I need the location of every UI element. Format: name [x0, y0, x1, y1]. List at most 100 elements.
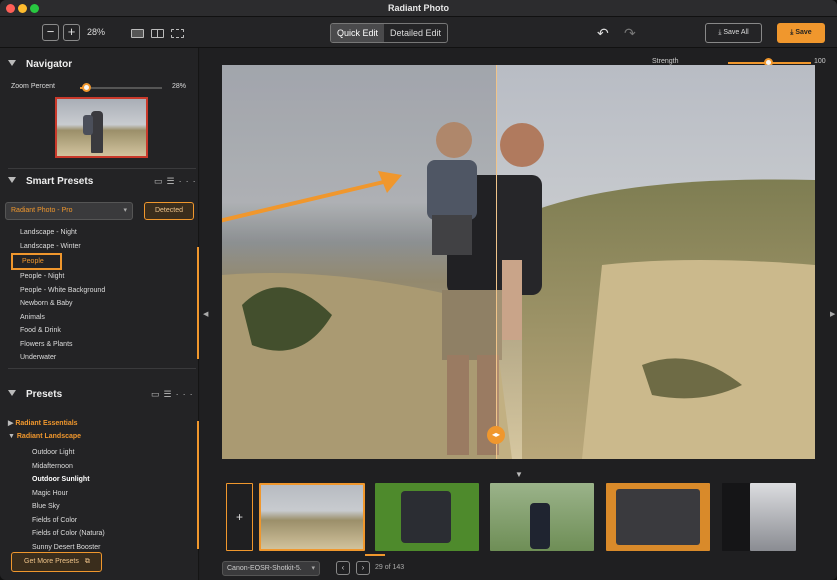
collapse-triangle-icon	[8, 60, 16, 66]
annotation-arrow	[222, 171, 402, 223]
get-more-presets-button[interactable]: Get More Presets ⧉	[11, 552, 102, 572]
presets-title: Presets	[26, 389, 63, 400]
smart-presets-header[interactable]: Smart Presets	[8, 176, 93, 187]
chevron-down-icon: ▾	[311, 565, 315, 572]
list-view-icon[interactable]: ☰	[164, 389, 176, 399]
close-window-button[interactable]	[6, 4, 15, 13]
edit-mode-switch: Quick Edit Detailed Edit	[330, 23, 449, 43]
collapse-right-panel-icon[interactable]: ▶	[830, 310, 835, 318]
film-thumb[interactable]	[490, 483, 594, 551]
zoom-percent-label: Zoom Percent	[11, 83, 55, 90]
toolbar: − + 28% Quick Edit Detailed Edit ↶ ↷ ⤓ S…	[0, 17, 837, 48]
file-select-value: Canon-EOSR-Shotkit-5.	[227, 565, 302, 572]
strength-value: 100	[814, 58, 826, 65]
app-title: Radiant Photo	[388, 3, 449, 13]
preset-group-landscape[interactable]: ▼ Radiant Landscape	[8, 433, 81, 440]
list-item[interactable]: Animals	[20, 311, 105, 325]
grid-view-icon[interactable]: ▭	[154, 176, 167, 186]
split-view-icon[interactable]	[151, 29, 164, 38]
external-link-icon: ⧉	[84, 558, 90, 565]
zoom-slider-handle[interactable]	[82, 83, 91, 92]
detected-button[interactable]: Detected	[144, 202, 194, 220]
film-thumb[interactable]	[606, 483, 710, 551]
chevron-down-icon: ▾	[123, 207, 127, 214]
navigator-title: Navigator	[26, 59, 73, 70]
list-item[interactable]: Midafternoon	[32, 460, 105, 474]
list-item-selected[interactable]: People	[11, 253, 62, 270]
filmstrip-progress	[365, 554, 385, 556]
list-item[interactable]: Landscape - Night	[20, 226, 105, 240]
maximize-window-button[interactable]	[30, 4, 39, 13]
film-thumb[interactable]	[375, 483, 479, 551]
single-view-icon[interactable]	[131, 29, 144, 38]
tab-detailed-edit[interactable]: Detailed Edit	[384, 24, 447, 42]
list-item-selected[interactable]: Outdoor Sunlight	[32, 473, 105, 487]
main-photo[interactable]: ◂▸	[222, 65, 815, 459]
list-item[interactable]: People - White Background	[20, 284, 105, 298]
film-thumb[interactable]	[750, 483, 796, 551]
zoom-out-button[interactable]: −	[42, 24, 59, 41]
film-thumb[interactable]	[722, 483, 750, 551]
grid-view-icon[interactable]: ▭	[151, 389, 164, 399]
list-item[interactable]: Flowers & Plants	[20, 338, 105, 352]
film-thumb-selected[interactable]	[259, 483, 365, 551]
presets-list: Outdoor Light Midafternoon Outdoor Sunli…	[32, 446, 105, 554]
list-item[interactable]: Outdoor Light	[32, 446, 105, 460]
collapse-triangle-icon: ▼	[8, 433, 17, 440]
get-more-label: Get More Presets	[24, 558, 79, 565]
list-item[interactable]: People - Night	[20, 270, 105, 284]
page-counter: 29 of 143	[375, 564, 405, 571]
presets-view-icons[interactable]: ▭☰···	[151, 389, 197, 400]
next-button[interactable]: ›	[356, 561, 370, 575]
previous-button[interactable]: ‹	[336, 561, 350, 575]
filmstrip-toggle-icon[interactable]: ▼	[515, 470, 523, 479]
smart-presets-view-icons[interactable]: ▭☰···	[154, 176, 200, 187]
presets-header[interactable]: Presets	[8, 389, 62, 400]
collapse-triangle-icon	[8, 177, 16, 183]
filmstrip: +	[222, 480, 815, 558]
smart-presets-list: Landscape - Night Landscape - Winter Peo…	[11, 226, 105, 365]
save-all-label: Save All	[723, 29, 749, 36]
save-all-button[interactable]: ⤓ Save All	[705, 23, 762, 43]
file-select[interactable]: Canon-EOSR-Shotkit-5. ▾	[222, 561, 320, 576]
tab-quick-edit[interactable]: Quick Edit	[331, 24, 385, 42]
title-bar: Radiant Photo	[0, 0, 837, 17]
navigator-header[interactable]: Navigator	[8, 59, 72, 70]
smart-preset-dropdown[interactable]: Radiant Photo - Pro ▾	[5, 202, 133, 220]
more-icon[interactable]: ···	[179, 176, 200, 186]
navigator-thumbnail[interactable]	[55, 97, 148, 158]
undo-icon[interactable]: ↶	[597, 25, 609, 42]
preset-group-essentials[interactable]: ▶ Radiant Essentials	[8, 419, 78, 427]
group-label: Radiant Landscape	[16, 433, 82, 440]
list-item[interactable]: Blue Sky	[32, 500, 105, 514]
zoom-slider-track[interactable]	[80, 87, 162, 89]
sidebar: Navigator Zoom Percent 28% Smart Presets…	[0, 48, 199, 580]
list-item[interactable]: Landscape - Winter	[20, 240, 105, 254]
minimize-window-button[interactable]	[18, 4, 27, 13]
navigator-zoom-value: 28%	[172, 83, 187, 90]
group-label: Radiant Essentials	[15, 420, 78, 427]
redo-icon[interactable]: ↷	[624, 25, 636, 42]
main-area: ◀ ▶ Strength 100 ◂▸ ▼ + Canon-EOSR-Shotk…	[200, 48, 837, 580]
list-item[interactable]: Food & Drink	[20, 324, 105, 338]
list-item[interactable]: Fields of Color	[32, 514, 105, 528]
list-item[interactable]: Magic Hour	[32, 487, 105, 501]
save-label: Save	[795, 29, 812, 36]
list-item[interactable]: Underwater	[20, 351, 105, 365]
scrollbar[interactable]	[197, 247, 199, 359]
save-button[interactable]: ⤓ Save	[777, 23, 825, 43]
collapse-left-panel-icon[interactable]: ◀	[203, 310, 208, 318]
add-photo-button[interactable]: +	[226, 483, 253, 551]
zoom-in-button[interactable]: +	[63, 24, 80, 41]
app-window: Radiant Photo − + 28% Quick Edit Detaile…	[0, 0, 837, 580]
compare-view-icon[interactable]	[171, 29, 184, 38]
strength-label: Strength	[652, 58, 679, 65]
list-item[interactable]: Newborn & Baby	[20, 297, 105, 311]
scrollbar[interactable]	[197, 421, 199, 549]
list-item[interactable]: Fields of Color (Natura)	[32, 527, 105, 541]
collapse-triangle-icon	[8, 390, 16, 396]
divider	[8, 168, 196, 169]
list-view-icon[interactable]: ☰	[167, 176, 179, 186]
zoom-value: 28%	[87, 27, 106, 37]
more-icon[interactable]: ···	[176, 389, 197, 399]
